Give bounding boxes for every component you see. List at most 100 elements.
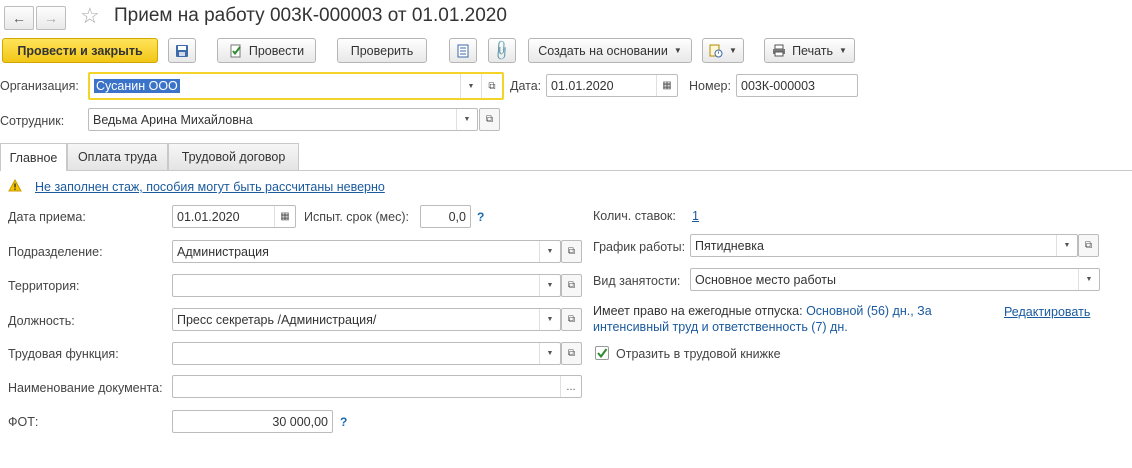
probation-label: Испыт. срок (мес):	[304, 210, 409, 224]
checkmark-icon	[597, 348, 608, 359]
related-documents-button[interactable]: ▼	[702, 38, 744, 63]
organization-value: Сусанин ООО	[94, 79, 180, 93]
post-button[interactable]: Провести	[217, 38, 316, 63]
reflect-checkbox[interactable]	[595, 346, 609, 360]
schedule-label: График работы:	[593, 240, 686, 254]
paperclip-icon: 📎	[490, 38, 515, 62]
department-label: Подразделение:	[8, 245, 103, 259]
print-button[interactable]: Печать ▼	[764, 38, 855, 63]
check-button[interactable]: Проверить	[337, 38, 427, 63]
territory-label: Территория:	[8, 279, 80, 293]
calendar-icon[interactable]: ▦	[656, 75, 677, 96]
list-document-icon	[457, 44, 469, 57]
fot-help-icon[interactable]: ?	[340, 415, 347, 429]
schedule-open-button[interactable]: ⧉	[1078, 234, 1099, 257]
rates-link[interactable]: 1	[692, 209, 699, 223]
chevron-down-icon[interactable]: ▼	[460, 74, 481, 98]
edit-vacation-link[interactable]: Редактировать	[1004, 305, 1090, 319]
tab-main[interactable]: Главное	[0, 143, 67, 171]
chevron-down-icon[interactable]: ▼	[539, 343, 560, 364]
tab-labor-contract[interactable]: Трудовой договор	[168, 143, 299, 170]
calendar-icon[interactable]: ▦	[274, 206, 295, 227]
schedule-value: Пятидневка	[695, 238, 764, 253]
star-icon[interactable]: ☆	[80, 3, 100, 29]
probation-field[interactable]: 0,0	[420, 205, 471, 228]
vacation-label: Имеет право на ежегодные отпуска: Основн…	[593, 304, 932, 318]
probation-value: 0,0	[448, 209, 466, 224]
post-button-label: Провести	[248, 43, 305, 58]
report-button[interactable]	[449, 38, 477, 63]
organization-field[interactable]: Сусанин ООО ▼ ⧉	[88, 72, 504, 100]
organization-label: Организация:	[0, 79, 79, 93]
position-value: Пресс секретарь /Администрация/	[177, 312, 377, 327]
chevron-down-icon[interactable]: ▼	[456, 109, 477, 130]
chevron-down-icon[interactable]: ▼	[1056, 235, 1077, 256]
attach-button[interactable]: 📎	[488, 38, 516, 63]
probation-help-icon[interactable]: ?	[477, 210, 484, 224]
employment-type-label: Вид занятости:	[593, 274, 681, 288]
back-button[interactable]: ←	[4, 6, 34, 30]
position-label: Должность:	[8, 314, 75, 328]
open-icon[interactable]: ⧉	[481, 74, 502, 98]
open-icon: ⧉	[1084, 240, 1093, 251]
document-name-field[interactable]: ...	[172, 375, 582, 398]
chevron-down-icon[interactable]: ▼	[539, 275, 560, 296]
arrow-left-icon: ←	[12, 10, 26, 26]
vacation-value-line1: Основной (56) дн., За	[806, 304, 932, 318]
department-field[interactable]: Администрация ▼	[172, 240, 561, 263]
reflect-label: Отразить в трудовой книжке	[616, 347, 781, 361]
labor-function-field[interactable]: ▼	[172, 342, 561, 365]
open-icon: ⧉	[567, 348, 576, 359]
date-field[interactable]: 01.01.2020 ▦	[546, 74, 678, 97]
chevron-down-icon[interactable]: ▼	[539, 309, 560, 330]
printer-icon	[773, 44, 786, 57]
fot-value: 30 000,00	[272, 414, 328, 429]
position-field[interactable]: Пресс секретарь /Администрация/ ▼	[172, 308, 561, 331]
number-value: 003К-000003	[741, 78, 816, 93]
hire-date-value: 01.01.2020	[177, 209, 240, 224]
schedule-field[interactable]: Пятидневка ▼	[690, 234, 1078, 257]
fot-label: ФОТ:	[8, 415, 39, 429]
select-button[interactable]: ...	[560, 376, 581, 397]
chevron-down-icon: ▼	[839, 46, 847, 55]
employee-field[interactable]: Ведьма Арина Михайловна ▼	[88, 108, 478, 131]
territory-open-button[interactable]: ⧉	[561, 274, 582, 297]
hire-date-label: Дата приема:	[8, 210, 86, 224]
hire-date-field[interactable]: 01.01.2020 ▦	[172, 205, 296, 228]
save-button[interactable]	[168, 38, 196, 63]
position-open-button[interactable]: ⧉	[561, 308, 582, 331]
document-clock-icon	[709, 44, 723, 57]
date-value: 01.01.2020	[551, 78, 614, 93]
organization-value-wrap: Сусанин ООО	[90, 79, 460, 93]
employment-type-value: Основное место работы	[695, 272, 837, 287]
floppy-disk-icon	[176, 44, 188, 57]
fot-field[interactable]: 30 000,00	[172, 410, 333, 433]
labor-function-open-button[interactable]: ⧉	[561, 342, 582, 365]
chevron-down-icon: ▼	[729, 46, 737, 55]
page-title: Прием на работу 003К-000003 от 01.01.202…	[114, 5, 507, 26]
employment-type-field[interactable]: Основное место работы ▼	[690, 268, 1100, 291]
create-based-on-label: Создать на основании	[538, 43, 668, 58]
chevron-down-icon[interactable]: ▼	[539, 241, 560, 262]
forward-button[interactable]: →	[36, 6, 66, 30]
number-field[interactable]: 003К-000003	[736, 74, 858, 97]
tab-payment[interactable]: Оплата труда	[67, 143, 168, 170]
number-label: Номер:	[689, 79, 731, 93]
vacation-value-line2: интенсивный труд и ответственность (7) д…	[593, 320, 848, 334]
department-open-button[interactable]: ⧉	[561, 240, 582, 263]
vacation-label-text: Имеет право на ежегодные отпуска:	[593, 304, 803, 318]
post-document-icon	[230, 44, 241, 57]
open-icon: ⧉	[567, 246, 576, 257]
document-name-label: Наименование документа:	[8, 381, 163, 395]
employee-value: Ведьма Арина Михайловна	[93, 112, 253, 127]
post-and-close-button[interactable]: Провести и закрыть	[2, 38, 158, 63]
create-based-on-button[interactable]: Создать на основании ▼	[528, 38, 692, 63]
territory-field[interactable]: ▼	[172, 274, 561, 297]
print-button-label: Печать	[792, 43, 834, 58]
open-icon: ⧉	[567, 280, 576, 291]
chevron-down-icon[interactable]: ▼	[1078, 269, 1099, 290]
date-label: Дата:	[510, 79, 542, 93]
employee-open-button[interactable]: ⧉	[479, 108, 500, 131]
warning-link[interactable]: Не заполнен стаж, пособия могут быть рас…	[35, 180, 385, 194]
warning-icon	[8, 178, 22, 195]
